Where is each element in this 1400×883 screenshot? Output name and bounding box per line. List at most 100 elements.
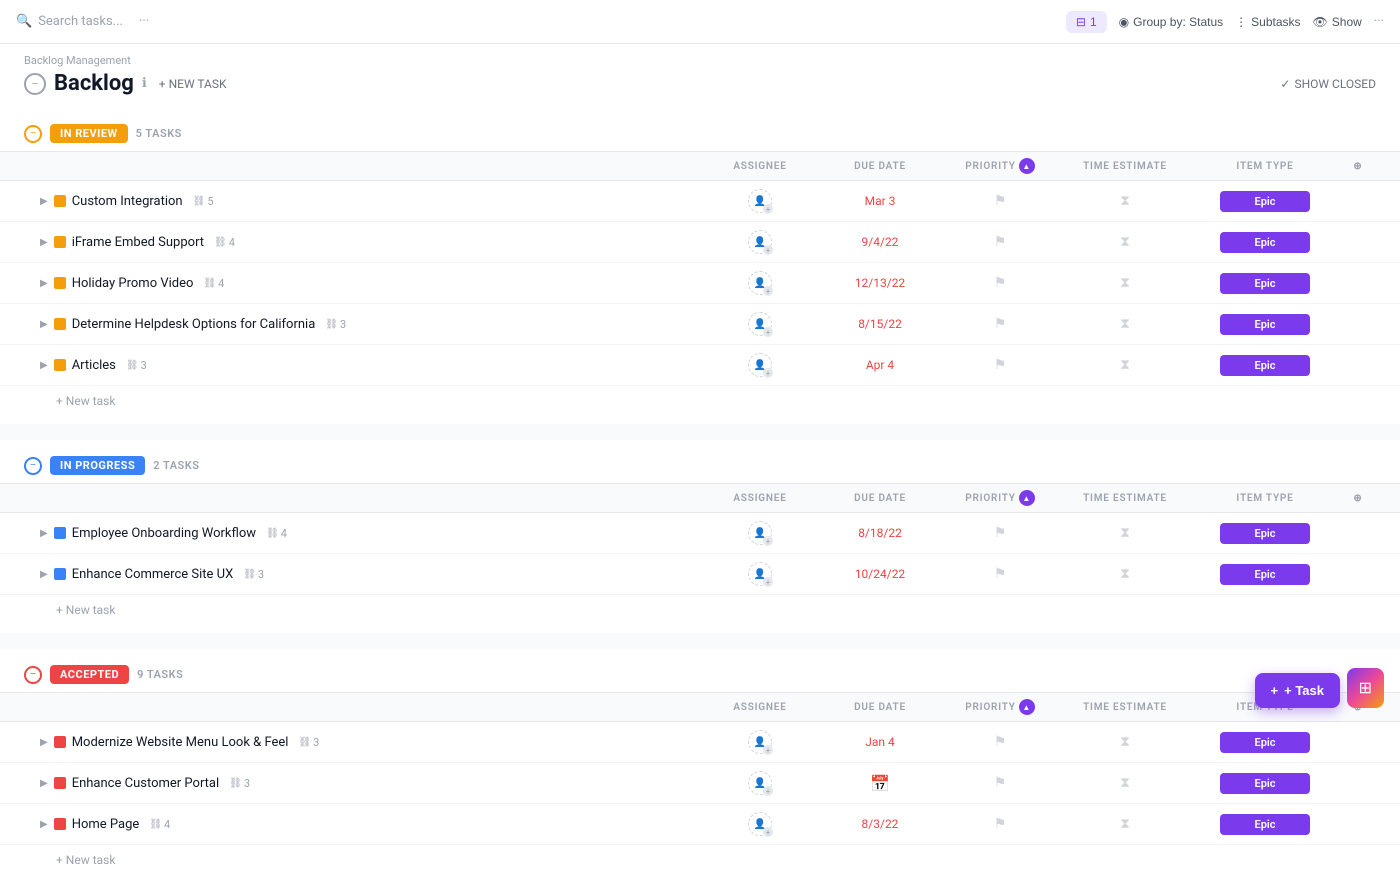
task-name-label[interactable]: Articles <box>72 358 116 373</box>
task-name-label[interactable]: Holiday Promo Video <box>72 276 194 291</box>
col-headers-in-review: ASSIGNEE DUE DATE PRIORITY TIME ESTIMATE… <box>0 151 1400 181</box>
time-estimate-cell: ⧗ <box>1060 234 1190 250</box>
new-task-row-in-progress[interactable]: + New task <box>0 595 1400 625</box>
epic-badge: Epic <box>1220 191 1310 212</box>
time-estimate-cell: ⧗ <box>1060 775 1190 791</box>
search-box[interactable]: 🔍 Search tasks... <box>16 14 123 29</box>
flag-icon[interactable]: ⚑ <box>994 734 1007 750</box>
assignee-avatar[interactable]: 👤 + <box>748 353 772 377</box>
subtask-icon: ⛓ <box>203 278 216 289</box>
assignee-avatar[interactable]: 👤 + <box>748 730 772 754</box>
priority-sort-icon-in-progress[interactable] <box>1019 490 1035 506</box>
task-name-label[interactable]: Enhance Customer Portal <box>72 776 219 791</box>
flag-icon[interactable]: ⚑ <box>994 275 1007 291</box>
flag-icon[interactable]: ⚑ <box>994 234 1007 250</box>
show-button[interactable]: 👁 Show <box>1313 15 1362 29</box>
task-row: ▶ Home Page ⛓ 4 👤 + 8/3/22 <box>0 804 1400 845</box>
priority-sort-icon-in-review[interactable] <box>1019 158 1035 174</box>
floating-task-button[interactable]: + + Task <box>1255 673 1340 708</box>
collapse-button-in-review[interactable]: − <box>24 125 42 143</box>
col-add-in-progress[interactable]: ⊕ <box>1340 490 1376 506</box>
priority-sort-icon-accepted[interactable] <box>1019 699 1035 715</box>
priority-cell: ⚑ <box>940 525 1060 541</box>
info-icon[interactable]: ℹ <box>142 76 147 91</box>
flag-icon[interactable]: ⚑ <box>994 316 1007 332</box>
new-task-row-accepted[interactable]: + New task <box>0 845 1400 875</box>
task-color-indicator <box>54 568 66 580</box>
assignee-avatar[interactable]: 👤 + <box>748 771 772 795</box>
task-row: ▶ Holiday Promo Video ⛓ 4 👤 + 12/13/22 <box>0 263 1400 304</box>
expand-arrow[interactable]: ▶ <box>40 237 48 248</box>
due-date-cell: 8/18/22 <box>820 526 940 540</box>
task-color-indicator <box>54 195 66 207</box>
task-name-label[interactable]: Modernize Website Menu Look & Feel <box>72 735 289 750</box>
task-name-label[interactable]: Employee Onboarding Workflow <box>72 526 256 541</box>
assignee-avatar[interactable]: 👤 + <box>748 271 772 295</box>
filter-button[interactable]: ⊟ 1 <box>1066 11 1107 33</box>
col-duedate-in-review: DUE DATE <box>820 158 940 174</box>
expand-arrow[interactable]: ▶ <box>40 737 48 748</box>
flag-icon[interactable]: ⚑ <box>994 357 1007 373</box>
expand-arrow[interactable]: ▶ <box>40 528 48 539</box>
show-closed-button[interactable]: ✓ SHOW CLOSED <box>1280 77 1376 91</box>
task-name-cell: ▶ Determine Helpdesk Options for Califor… <box>40 317 700 332</box>
task-row: ▶ Custom Integration ⛓ 5 👤 + Mar 3 <box>0 181 1400 222</box>
avatar-add-icon: + <box>763 327 773 337</box>
subtask-count: ⛓ 3 <box>229 777 250 790</box>
task-name-label[interactable]: Custom Integration <box>72 194 183 209</box>
new-task-button[interactable]: + NEW TASK <box>159 77 227 91</box>
expand-arrow[interactable]: ▶ <box>40 360 48 371</box>
assignee-avatar[interactable]: 👤 + <box>748 312 772 336</box>
due-date-cell: 12/13/22 <box>820 276 940 290</box>
subtasks-button[interactable]: ⋮ Subtasks <box>1235 15 1300 29</box>
subtask-count: ⛓ 3 <box>298 736 319 749</box>
expand-arrow[interactable]: ▶ <box>40 278 48 289</box>
flag-icon[interactable]: ⚑ <box>994 775 1007 791</box>
task-name-label[interactable]: Determine Helpdesk Options for Californi… <box>72 317 316 332</box>
task-count-in-review: 5 TASKS <box>136 127 182 140</box>
new-task-row-in-review[interactable]: + New task <box>0 386 1400 416</box>
due-date-cell: 📅 <box>820 774 940 793</box>
assignee-avatar[interactable]: 👤 + <box>748 230 772 254</box>
flag-icon[interactable]: ⚑ <box>994 816 1007 832</box>
topbar-more-icon[interactable]: ··· <box>139 14 149 29</box>
flag-icon[interactable]: ⚑ <box>994 193 1007 209</box>
task-name-label[interactable]: Enhance Commerce Site UX <box>72 567 234 582</box>
time-estimate-cell: ⧗ <box>1060 357 1190 373</box>
avatar-add-icon: + <box>763 204 773 214</box>
show-label: Show <box>1332 15 1362 29</box>
collapse-page-button[interactable]: − <box>24 73 46 95</box>
due-date-value: 9/4/22 <box>862 235 899 249</box>
assignee-avatar[interactable]: 👤 + <box>748 189 772 213</box>
subtasks-label: Subtasks <box>1251 15 1300 29</box>
topbar-options-icon[interactable]: ··· <box>1374 14 1384 29</box>
collapse-button-accepted[interactable]: − <box>24 666 42 684</box>
collapse-button-in-progress[interactable]: − <box>24 457 42 475</box>
expand-arrow[interactable]: ▶ <box>40 778 48 789</box>
expand-arrow[interactable]: ▶ <box>40 319 48 330</box>
subtask-count: ⛓ 3 <box>243 568 264 581</box>
status-badge-in-review: IN REVIEW <box>50 124 128 143</box>
flag-icon[interactable]: ⚑ <box>994 566 1007 582</box>
task-name-label[interactable]: iFrame Embed Support <box>72 235 204 250</box>
col-timeest-in-progress: TIME ESTIMATE <box>1060 490 1190 506</box>
assignee-avatar[interactable]: 👤 + <box>748 521 772 545</box>
col-add-in-review[interactable]: ⊕ <box>1340 158 1376 174</box>
groups-container: − IN REVIEW 5 TASKS ASSIGNEE DUE DATE PR… <box>0 116 1400 875</box>
expand-arrow[interactable]: ▶ <box>40 819 48 830</box>
flag-icon[interactable]: ⚑ <box>994 525 1007 541</box>
assignee-avatar[interactable]: 👤 + <box>748 812 772 836</box>
time-estimate-cell: ⧗ <box>1060 566 1190 582</box>
breadcrumb-text: Backlog Management <box>24 54 131 67</box>
task-name-label[interactable]: Home Page <box>72 817 140 832</box>
expand-arrow[interactable]: ▶ <box>40 196 48 207</box>
floating-apps-button[interactable]: ⊞ <box>1347 668 1384 708</box>
expand-arrow[interactable]: ▶ <box>40 569 48 580</box>
hourglass-icon: ⧗ <box>1120 316 1130 332</box>
assignee-cell: 👤 + <box>700 189 820 213</box>
group-by-button[interactable]: ◉ Group by: Status <box>1119 15 1224 29</box>
priority-cell: ⚑ <box>940 234 1060 250</box>
avatar-add-icon: + <box>763 245 773 255</box>
due-date-cell: Apr 4 <box>820 358 940 372</box>
assignee-avatar[interactable]: 👤 + <box>748 562 772 586</box>
